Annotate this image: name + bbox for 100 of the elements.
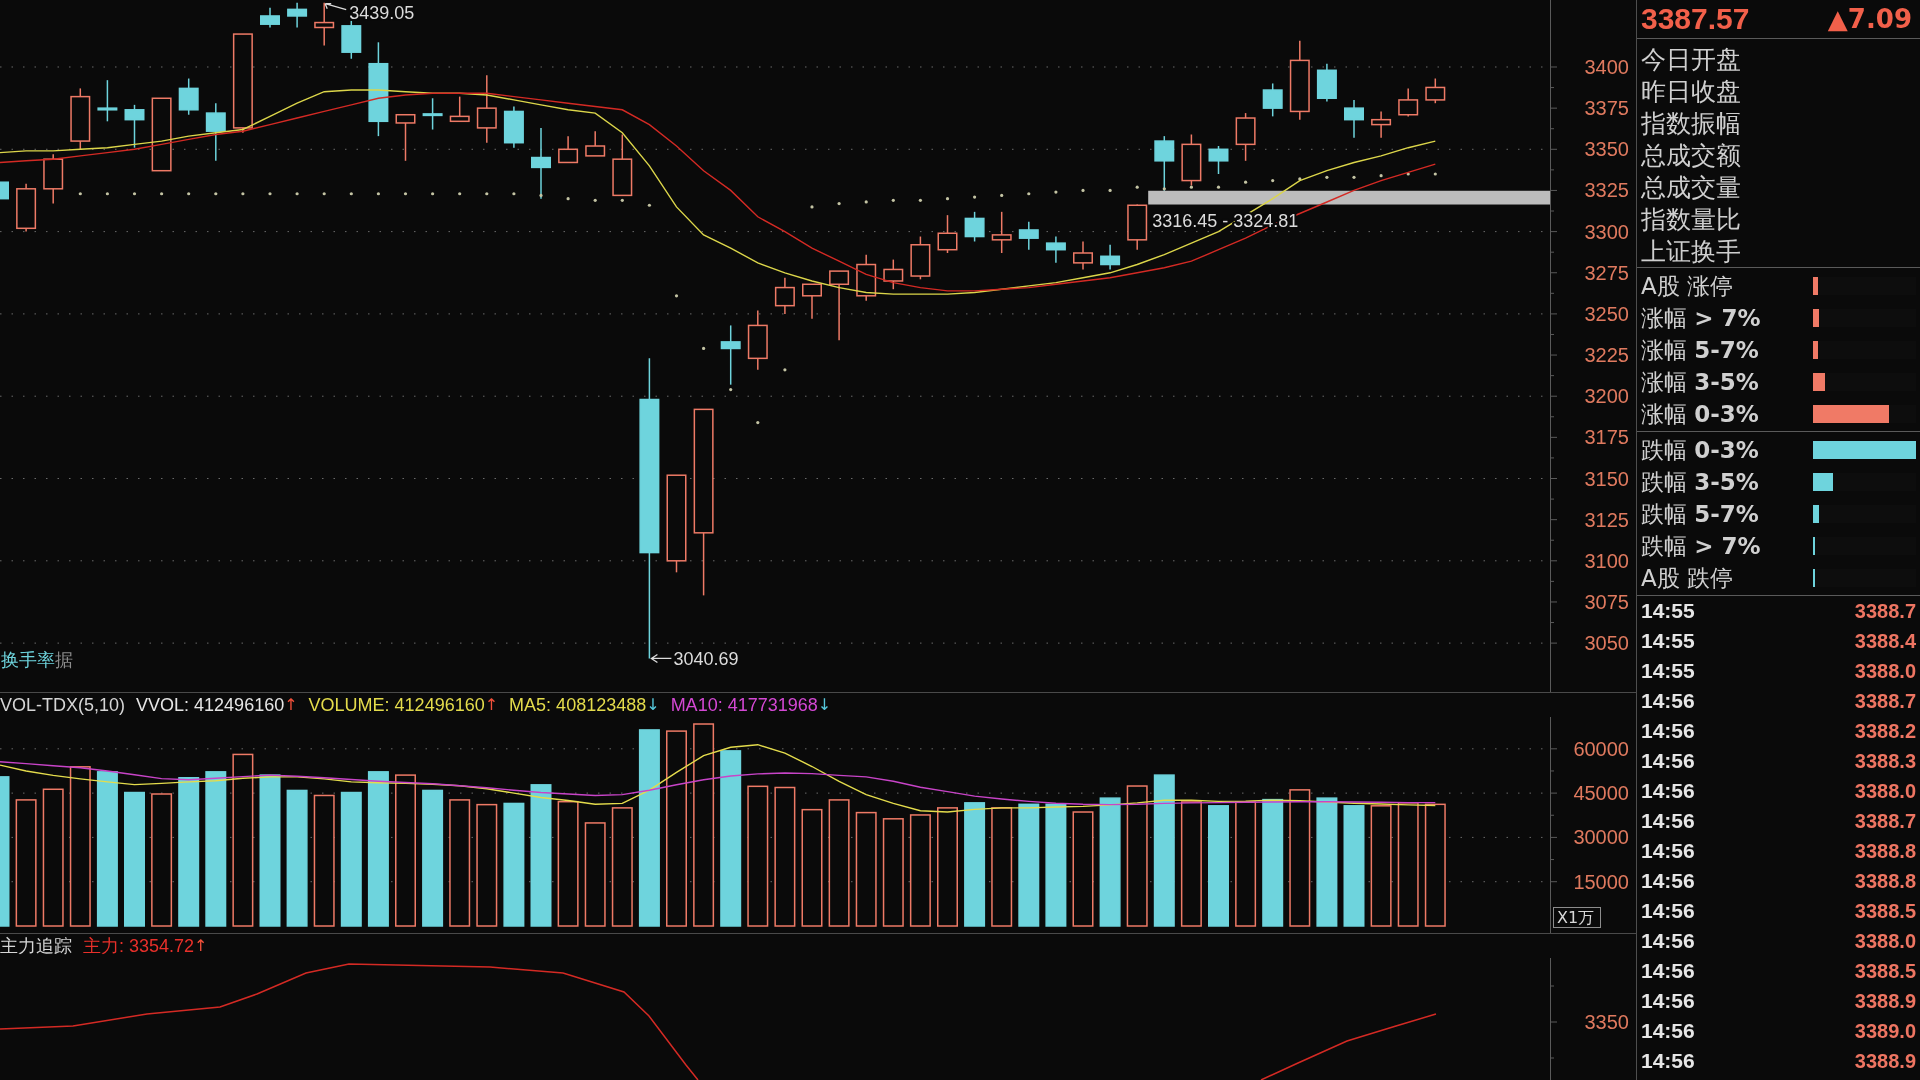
breadth-label: 涨幅 3-5%	[1640, 368, 1759, 397]
trend-arrow: ↓	[646, 695, 660, 715]
candlestick	[964, 211, 985, 243]
tick-price: 3388.7	[1854, 809, 1916, 833]
tick-time: 14:55	[1641, 629, 1695, 653]
tick-price: 3388.9	[1854, 989, 1916, 1013]
axis-tick-label: 3275	[1584, 261, 1629, 284]
stat-label: 上证换手	[1640, 236, 1741, 268]
tick-price: 3388.3	[1854, 749, 1916, 773]
trend-arrow: ↑	[484, 695, 499, 715]
tick-price: 3388.7	[1854, 689, 1916, 713]
axis-tick-label: 3225	[1584, 344, 1629, 367]
tick-time: 14:56	[1641, 689, 1695, 713]
stat-label: 今日开盘	[1640, 44, 1741, 76]
tick-price: 3388.0	[1854, 779, 1916, 803]
candlestick	[1316, 62, 1337, 103]
tick-time: 14:55	[1641, 659, 1695, 683]
indicator-reading: MA5: 408123488	[509, 695, 647, 715]
candlestick	[449, 95, 470, 123]
axis-tick-label: 3075	[1584, 590, 1629, 613]
tick-price: 3388.0	[1854, 659, 1916, 683]
candlestick	[774, 276, 795, 315]
axis-tick-label: 45000	[1573, 782, 1629, 805]
breadth-label: A股 跌停	[1640, 564, 1734, 593]
indicator-reading: VOLUME: 412496160	[308, 695, 485, 715]
candlestick	[747, 309, 768, 371]
left-arrow-icon	[650, 653, 673, 664]
axis-tick-label: 3375	[1584, 97, 1629, 120]
breadth-label: 涨幅 > 7%	[1640, 304, 1761, 333]
candlestick	[16, 183, 37, 233]
high-price-label: 3439.05	[349, 2, 415, 23]
candlestick	[1018, 220, 1039, 251]
trend-arrow: ↑	[284, 695, 298, 715]
unit-label: X1万	[1553, 907, 1601, 928]
candlestick	[503, 105, 524, 149]
tick-time: 14:56	[1641, 779, 1695, 803]
candlestick	[829, 270, 850, 341]
stat-label: 总成交量	[1640, 172, 1741, 204]
stat-label: 指数振幅	[1640, 108, 1741, 140]
candlestick	[1100, 244, 1121, 271]
axis-tick-label: 3300	[1584, 220, 1629, 243]
axis-tick-label: 3175	[1584, 426, 1629, 449]
candlestick	[476, 74, 497, 144]
candlestick	[585, 130, 606, 157]
candlestick	[0, 181, 9, 200]
breadth-label: 涨幅 0-3%	[1640, 400, 1759, 429]
tick-time: 14:55	[1641, 599, 1695, 623]
candlestick	[802, 283, 822, 320]
axis-tick-label: 3200	[1584, 385, 1629, 408]
tick-time: 14:56	[1641, 749, 1695, 773]
candlestick	[422, 97, 443, 131]
tick-time: 14:56	[1641, 869, 1695, 893]
tick-time: 14:56	[1641, 899, 1695, 923]
axis-tick-label: 3150	[1584, 467, 1629, 490]
candlestick	[341, 20, 362, 60]
candlestick	[856, 253, 877, 302]
index-change: ▲7.09	[1827, 3, 1912, 36]
candlestick	[1371, 110, 1392, 139]
tick-price: 3388.8	[1854, 869, 1916, 893]
trend-arrow: ↑	[194, 936, 208, 956]
candlestick	[124, 104, 145, 149]
tick-price: 3388.4	[1854, 629, 1916, 653]
panel-title: 主力追踪	[0, 936, 72, 956]
candlestick	[1398, 87, 1419, 118]
candlestick	[97, 79, 118, 123]
candlestick	[260, 7, 280, 29]
axis-tick-label: 3350	[1584, 1011, 1629, 1033]
stat-label: 指数量比	[1640, 204, 1741, 236]
candlestick	[1045, 235, 1066, 264]
tick-price: 3388.5	[1854, 899, 1916, 923]
tick-price: 3389.0	[1854, 1019, 1916, 1043]
stat-label: 总成交额	[1640, 140, 1741, 172]
tick-price: 3388.2	[1854, 719, 1916, 743]
tick-time: 14:56	[1641, 959, 1695, 983]
arrow-icon	[324, 3, 347, 11]
breadth-label: A股 涨停	[1640, 272, 1734, 301]
breadth-label: 跌幅 0-3%	[1640, 436, 1759, 465]
breadth-label: 跌幅 > 7%	[1640, 532, 1761, 561]
candlestick	[43, 153, 64, 205]
tick-price: 3388.7	[1854, 599, 1916, 623]
candlestick	[612, 133, 633, 197]
candlestick	[1262, 82, 1283, 118]
candlestick	[395, 114, 416, 162]
candlestick	[1208, 145, 1229, 175]
low-price-label: 3040.69	[673, 649, 739, 670]
indicator-name: VOL-TDX(5,10)	[0, 695, 126, 715]
breadth-label: 涨幅 5-7%	[1640, 336, 1759, 365]
axis-tick-label: 15000	[1573, 870, 1629, 893]
axis-tick-label: 3350	[1584, 138, 1629, 161]
candlestick	[205, 102, 226, 162]
candlestick	[287, 2, 308, 29]
tick-time: 14:56	[1641, 989, 1695, 1013]
tick-time: 14:56	[1641, 1049, 1695, 1073]
axis-tick-label: 3050	[1584, 632, 1629, 655]
candlestick	[1073, 240, 1093, 271]
tick-price: 3388.8	[1854, 839, 1916, 863]
index-price: 3387.57	[1641, 2, 1750, 36]
tick-price: 3388.0	[1854, 929, 1916, 953]
tick-time: 14:56	[1641, 929, 1695, 953]
tick-time: 14:56	[1641, 839, 1695, 863]
